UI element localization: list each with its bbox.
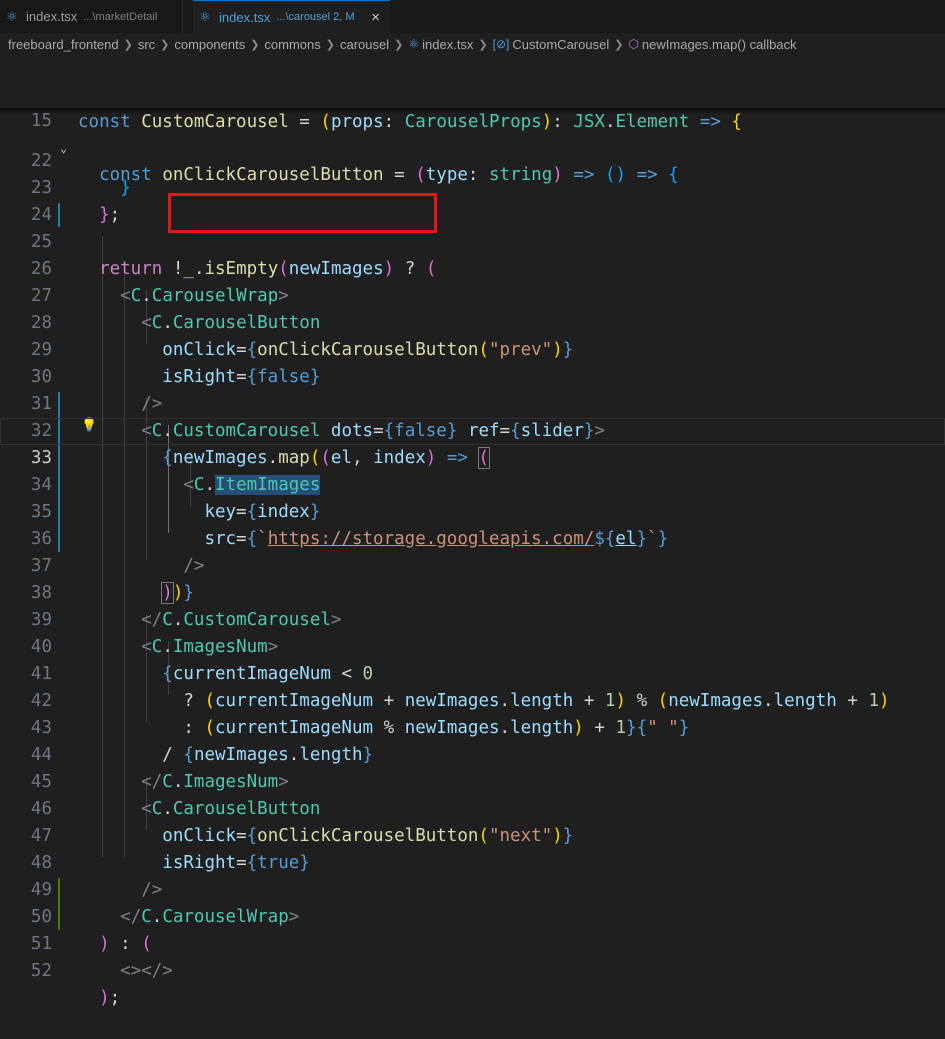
react-tsx-icon: ⚛ [6, 8, 18, 24]
breadcrumb-item[interactable]: commons [264, 37, 320, 52]
tab-bar: ⚛ index.tsx ...\marketDetail ⚛ index.tsx… [0, 0, 945, 34]
code-row[interactable]: 52 ); [0, 931, 945, 1008]
close-icon[interactable]: × [371, 9, 380, 26]
tab-label: index.tsx [26, 9, 78, 24]
breadcrumb-item[interactable]: newImages.map() callback [642, 37, 797, 52]
code-row[interactable]: 43 / {newImages.length} [0, 688, 945, 765]
code-row[interactable]: 44 </C.ImagesNum> [0, 715, 945, 792]
chevron-right-icon: ❯ [614, 38, 624, 51]
code-row[interactable]: 37 ))} [0, 526, 945, 604]
tab-label: index.tsx [219, 9, 271, 25]
code-row[interactable]: 28 onClick={onClickCarouselButton("prev"… [0, 283, 945, 360]
line-number: 15 [30, 111, 52, 131]
breadcrumb-item[interactable]: freeboard_frontend [8, 37, 119, 52]
chevron-right-icon: ❯ [123, 38, 133, 51]
code-row[interactable]: 30 /> [0, 337, 945, 414]
code-row[interactable]: 51 <></> [0, 904, 945, 981]
code-row[interactable]: 46 onClick={onClickCarouselButton("next"… [0, 769, 945, 846]
tab-description: ...\carousel 2, M [276, 11, 355, 23]
chevron-right-icon: ❯ [325, 38, 335, 51]
chevron-right-icon: ❯ [478, 38, 488, 51]
code-row[interactable]: 35 src={`https://storage.googleapis.com/… [0, 472, 945, 549]
highlight-annotation-box [168, 193, 437, 233]
code-row[interactable]: 32 {newImages.map((el, index) => ( [0, 391, 945, 469]
code-row[interactable]: 25 return !_.isEmpty(newImages) ? ( [0, 202, 945, 279]
code-row[interactable]: 26 <C.CarouselWrap> [0, 229, 945, 306]
breadcrumb: freeboard_frontend ❯ src ❯ components ❯ com… [0, 33, 945, 55]
symbol-variable-icon: [⊘] [492, 37, 510, 51]
breadcrumb-item[interactable]: src [138, 37, 155, 52]
code-row[interactable]: 47 isRight={true} [0, 796, 945, 873]
code-row[interactable]: 45 <C.CarouselButton [0, 742, 945, 819]
tab-index-carousel[interactable]: ⚛ index.tsx ...\carousel 2, M × [193, 0, 390, 33]
breadcrumb-item[interactable]: CustomCarousel [512, 37, 609, 52]
code-row[interactable]: 29 isRight={false} [0, 310, 945, 387]
chevron-down-icon[interactable]: ⌄ [60, 135, 67, 162]
code-line: <></> [120, 961, 173, 981]
code-row[interactable]: 50 ) : ( [0, 877, 945, 954]
code-line: const onClickCarouselButton = (type: str… [99, 165, 679, 185]
code-row[interactable]: 42 : (currentImageNum % newImages.length… [0, 661, 945, 738]
code-row[interactable]: 38 </C.CustomCarousel> [0, 553, 945, 630]
breadcrumb-item[interactable]: index.tsx [422, 37, 473, 52]
code-row-current[interactable]: 33 <C.ItemImages [0, 418, 945, 495]
code-row[interactable]: 27 <C.CarouselButton [0, 256, 945, 333]
code-row[interactable]: 36 /> [0, 499, 945, 576]
code-row[interactable]: 49 </C.CarouselWrap> [0, 850, 945, 927]
sticky-line[interactable]: 9 const CustomCarousel = (props: Carouse… [0, 55, 945, 132]
code-row[interactable]: 48 /> [0, 823, 945, 900]
breadcrumb-item[interactable]: carousel [340, 37, 389, 52]
chevron-right-icon: ❯ [394, 38, 404, 51]
tab-index-marketdetail[interactable]: ⚛ index.tsx ...\marketDetail [0, 0, 183, 33]
code-line: const CustomCarousel = (props: CarouselP… [78, 112, 742, 132]
symbol-method-icon: ⬡ [628, 37, 639, 51]
chevron-right-icon: ❯ [160, 38, 170, 51]
sticky-line[interactable]: 15 ⌄ const onClickCarouselButton = (type… [0, 81, 945, 185]
breadcrumb-item[interactable]: components [174, 37, 245, 52]
react-tsx-icon: ⚛ [408, 37, 420, 51]
code-row[interactable]: 34 key={index} [0, 445, 945, 522]
chevron-right-icon: ❯ [250, 38, 260, 51]
code-line: ); [99, 988, 121, 1008]
code-row[interactable]: 40 {currentImageNum < 0 [0, 607, 945, 684]
react-tsx-icon: ⚛ [199, 9, 211, 24]
line-number: 52 [30, 961, 52, 981]
code-row[interactable]: 39 <C.ImagesNum> [0, 580, 945, 657]
code-row[interactable]: 31 <C.CustomCarousel dots={false} ref={s… [0, 364, 945, 441]
code-row[interactable]: 41 ? (currentImageNum + newImages.length… [0, 634, 945, 711]
tab-description: ...\marketDetail [83, 10, 158, 23]
